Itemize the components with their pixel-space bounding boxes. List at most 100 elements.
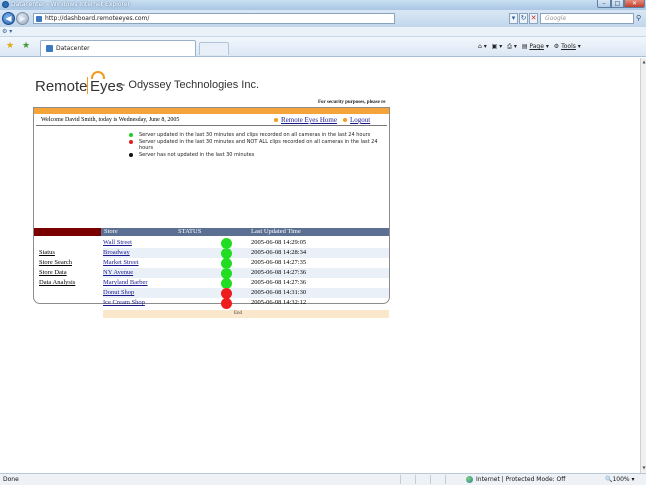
red-dot-icon (129, 139, 133, 144)
logout-link[interactable]: Logout (343, 116, 370, 124)
window-title: Datacenter - Windows Internet Explorer (11, 1, 131, 8)
status-separator (415, 475, 416, 484)
status-separator (400, 475, 401, 484)
table-row: Ice Cream Shop 2005-06-08 14:32:12 (103, 298, 389, 309)
links-icon[interactable]: ⚙ ▾ (2, 28, 12, 35)
tab-page-icon (46, 45, 53, 52)
favorites-star-icon[interactable]: ★ (6, 41, 14, 51)
welcome-message: Welcome David Smith, today is Wednesday,… (41, 117, 180, 123)
add-favorites-icon[interactable]: ★ (22, 41, 30, 51)
last-updated-time: 2005-06-08 14:27:36 (251, 269, 307, 276)
col-header-updated: Last Updated Time (251, 228, 301, 235)
forward-button[interactable]: ▶ (16, 12, 29, 25)
col-header-store: Store (104, 228, 118, 235)
status-red-icon (221, 298, 232, 309)
table-row: Broadway 2005-06-08 14:28:34 (103, 248, 389, 259)
ie-icon (2, 1, 9, 8)
address-bar[interactable]: http://dashboard.remoteeyes.com/ (33, 13, 395, 24)
logo-text-remote: Remote (35, 78, 88, 95)
legend-item-black: Server has not updated in the last 30 mi… (128, 152, 378, 159)
store-link[interactable]: Broadway (103, 249, 130, 256)
status-legend: Server updated in the last 30 minutes an… (128, 132, 378, 158)
window-title-bar: Datacenter - Windows Internet Explorer –… (0, 0, 646, 10)
zoom-level[interactable]: 🔍100% ▾ (605, 476, 635, 483)
back-button[interactable]: ◀ (2, 12, 15, 25)
panel-header-strip (34, 108, 389, 114)
command-bar: ⌂ ▾ ▣ ▾ ⎙ ▾ ▤ Page ▾ ⚙ Tools ▾ (478, 43, 584, 51)
last-updated-time: 2005-06-08 14:32:12 (251, 299, 307, 306)
stop-icon[interactable]: ✕ (529, 13, 538, 24)
status-text: Done (3, 476, 19, 483)
legend-text: Server updated in the last 30 minutes an… (139, 138, 378, 152)
legend-text: Server updated in the last 30 minutes an… (139, 132, 371, 138)
page-menu-label: Page (529, 43, 544, 50)
side-menu-store-data[interactable]: Store Data (39, 269, 67, 276)
search-icon[interactable]: ⚲ (636, 14, 641, 22)
table-row: Wall Street 2005-06-08 14:29:05 (103, 238, 389, 249)
bullet-icon (274, 118, 278, 123)
zoom-value: 100% (612, 476, 630, 483)
page-content: Remote Eyes -- Odyssey Technologies Inc.… (0, 58, 640, 473)
vertical-scrollbar[interactable]: ▲ ▼ (640, 58, 646, 473)
logo-divider (87, 77, 88, 94)
refresh-icon[interactable]: ↻ (519, 13, 528, 24)
security-zone[interactable]: Internet | Protected Mode: Off (476, 476, 565, 483)
remote-eyes-home-link[interactable]: Remote Eyes Home (274, 116, 337, 124)
store-link[interactable]: Maryland Barber (103, 279, 148, 286)
feeds-icon[interactable]: ▣ ▾ (492, 43, 503, 50)
store-link[interactable]: Market Street (103, 259, 139, 266)
end-label: End (234, 311, 243, 316)
tab-datacenter[interactable]: Datacenter (40, 40, 196, 56)
divider (36, 125, 387, 126)
side-menu-data-analysis[interactable]: Data Analysis (39, 279, 75, 286)
company-name: -- Odyssey Technologies Inc. (118, 79, 260, 91)
tools-menu-label: Tools (561, 43, 576, 50)
green-dot-icon (129, 133, 133, 137)
table-end-bar: End (103, 310, 389, 318)
scroll-up-icon[interactable]: ▲ (641, 59, 646, 64)
table-row: Maryland Barber 2005-06-08 14:27:36 (103, 278, 389, 289)
last-updated-time: 2005-06-08 14:29:05 (251, 239, 307, 246)
table-header: Store STATUS Last Updated Time (34, 228, 389, 236)
home-icon[interactable]: ⌂ ▾ (478, 43, 487, 50)
store-link[interactable]: Donut Shop (103, 289, 134, 296)
col-header-status: STATUS (178, 228, 202, 235)
dropdown-arrow-icon[interactable]: ▾ (509, 13, 518, 24)
status-bar: Done Internet | Protected Mode: Off 🔍100… (0, 473, 646, 485)
scroll-down-icon[interactable]: ▼ (641, 465, 646, 470)
maximize-button[interactable]: □ (611, 0, 624, 8)
new-tab-button[interactable] (199, 42, 229, 55)
security-note: For security purposes, please re (318, 100, 386, 105)
globe-icon (466, 476, 473, 483)
store-link[interactable]: Ice Cream Shop (103, 299, 145, 306)
address-toolbar: ◀ ▶ http://dashboard.remoteeyes.com/ ▾ ↻… (0, 10, 646, 27)
page-icon (36, 16, 42, 22)
last-updated-time: 2005-06-08 14:31:30 (251, 289, 307, 296)
last-updated-time: 2005-06-08 14:27:36 (251, 279, 307, 286)
address-url: http://dashboard.remoteeyes.com/ (45, 15, 150, 22)
close-window-button[interactable]: ✕ (624, 0, 645, 8)
legend-item-red: Server updated in the last 30 minutes an… (128, 139, 378, 152)
tools-menu[interactable]: ⚙ Tools ▾ (554, 43, 581, 50)
home-link-label: Remote Eyes Home (281, 116, 337, 124)
table-row: Market Street 2005-06-08 14:27:35 (103, 258, 389, 269)
bullet-icon (343, 118, 347, 123)
logout-link-label: Logout (350, 116, 371, 124)
status-separator (445, 475, 446, 484)
table-row: NY Avenue 2005-06-08 14:27:36 (103, 268, 389, 279)
minimize-button[interactable]: – (597, 0, 611, 8)
search-input[interactable]: Google (540, 13, 634, 24)
print-icon[interactable]: ⎙ ▾ (507, 43, 517, 50)
side-menu-store-search[interactable]: Store Search (39, 259, 72, 266)
links-bar: ⚙ ▾ (0, 27, 646, 37)
header-accent (34, 228, 101, 236)
page-menu[interactable]: ▤ Page ▾ (522, 43, 549, 50)
last-updated-time: 2005-06-08 14:27:35 (251, 259, 307, 266)
table-row: Donut Shop 2005-06-08 14:31:30 (103, 288, 389, 299)
store-link[interactable]: Wall Street (103, 239, 132, 246)
side-menu-status[interactable]: Status (39, 249, 55, 256)
store-link[interactable]: NY Avenue (103, 269, 133, 276)
last-updated-time: 2005-06-08 14:28:34 (251, 249, 307, 256)
tab-toolbar: ★ ★ Datacenter ⌂ ▾ ▣ ▾ ⎙ ▾ ▤ Page ▾ ⚙ To… (0, 37, 646, 57)
tab-title: Datacenter (56, 45, 90, 52)
